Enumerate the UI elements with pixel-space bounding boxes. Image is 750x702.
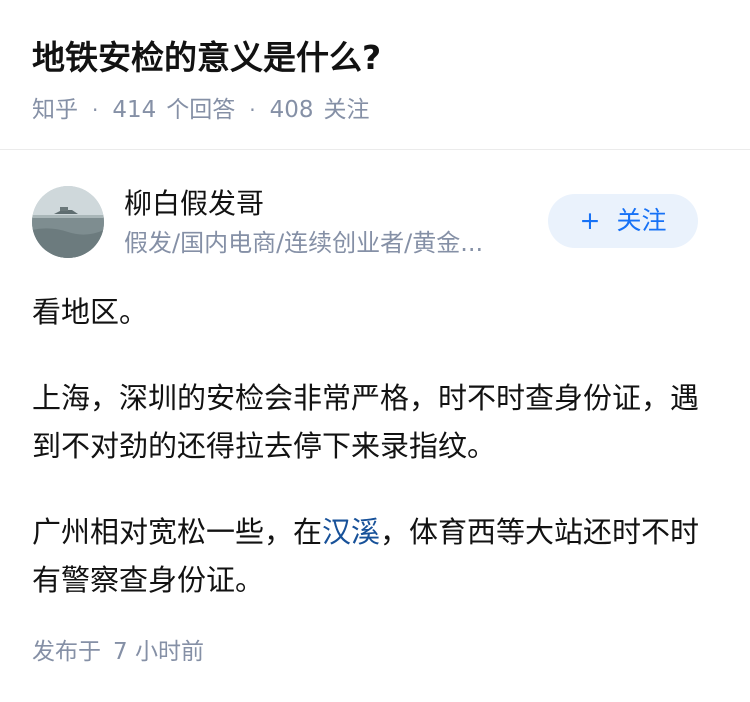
answer-paragraph: 上海，深圳的安检会非常严格，时不时查身份证，遇到不对劲的还得拉去停下来录指纹。 bbox=[32, 381, 700, 463]
follow-count: 408 bbox=[269, 97, 314, 123]
answer-text: 广州相对宽松一些，在 bbox=[32, 515, 323, 549]
answer-paragraph: 广州相对宽松一些，在汉溪，体育西等大站还时不时有警察查身份证。 bbox=[32, 508, 718, 604]
avatar-image bbox=[32, 186, 104, 258]
meta-separator: · bbox=[249, 98, 256, 122]
follow-button-label: 关注 bbox=[616, 206, 667, 235]
published-time: 7 小时前 bbox=[113, 639, 204, 665]
question-meta: 知乎 · 414 个回答 · 408 关注 bbox=[32, 92, 370, 128]
answer-count: 414 bbox=[112, 97, 157, 123]
follow-button[interactable]: + 关注 bbox=[548, 194, 698, 248]
question-title[interactable]: 地铁安检的意义是什么? bbox=[32, 34, 381, 82]
published-label: 发布于 bbox=[32, 639, 101, 665]
plus-icon: + bbox=[579, 206, 601, 235]
answer-count-label: 个回答 bbox=[166, 97, 236, 123]
answer-link-hanxi[interactable]: 汉溪 bbox=[322, 515, 380, 549]
avatar[interactable] bbox=[32, 186, 104, 258]
follow-count-label: 关注 bbox=[323, 97, 370, 123]
author-bio: 假发/国内电商/连续创业者/黄金... bbox=[124, 229, 484, 257]
question-header: 地铁安检的意义是什么? 知乎 · 414 个回答 · 408 关注 bbox=[0, 0, 750, 150]
meta-separator: · bbox=[92, 98, 99, 122]
author-row: 柳白假发哥 假发/国内电商/连续创业者/黄金... + 关注 bbox=[32, 186, 718, 260]
answer-paragraph: 看地区。 bbox=[32, 295, 149, 329]
answer-content: 看地区。 上海，深圳的安检会非常严格，时不时查身份证，遇到不对劲的还得拉去停下来… bbox=[32, 288, 718, 642]
author-name[interactable]: 柳白假发哥 bbox=[124, 186, 264, 222]
publish-time: 发布于 7 小时前 bbox=[32, 634, 204, 670]
source-label[interactable]: 知乎 bbox=[32, 92, 78, 128]
